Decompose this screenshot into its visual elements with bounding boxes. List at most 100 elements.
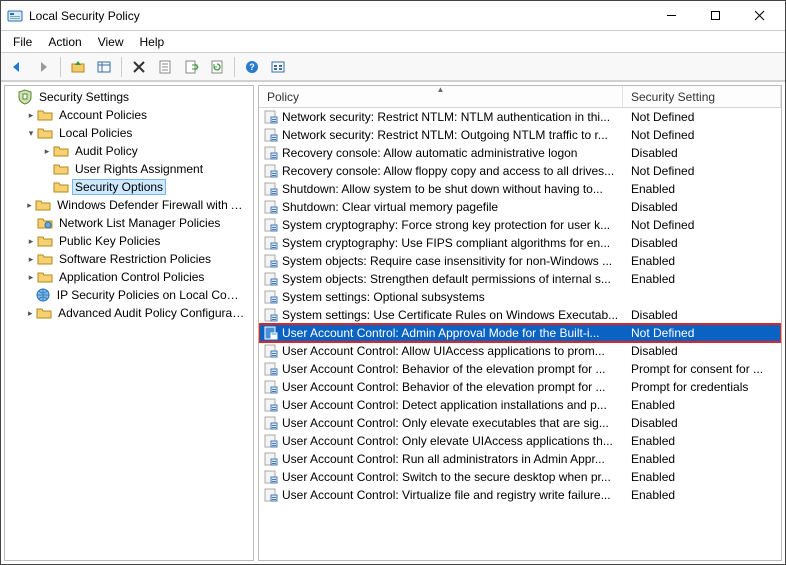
tree-item-label: Network List Manager Policies: [56, 215, 223, 231]
policy-row[interactable]: User Account Control: Behavior of the el…: [259, 378, 781, 396]
policy-icon: [263, 379, 279, 395]
policy-row[interactable]: User Account Control: Allow UIAccess app…: [259, 342, 781, 360]
policy-row[interactable]: Network security: Restrict NTLM: NTLM au…: [259, 108, 781, 126]
policy-row[interactable]: System objects: Strengthen default permi…: [259, 270, 781, 288]
tree-item[interactable]: IP Security Policies on Local Compute: [5, 286, 253, 304]
show-hide-tree-button[interactable]: [92, 55, 116, 79]
policy-cell: Recovery console: Allow floppy copy and …: [259, 163, 623, 179]
policy-row[interactable]: User Account Control: Virtualize file an…: [259, 486, 781, 504]
tree-item[interactable]: ▸Software Restriction Policies: [5, 250, 253, 268]
minimize-button[interactable]: [649, 2, 693, 30]
policy-cell: User Account Control: Admin Approval Mod…: [259, 325, 623, 341]
policy-row[interactable]: Shutdown: Clear virtual memory pagefileD…: [259, 198, 781, 216]
folder-icon: [37, 215, 53, 231]
folder-icon: [37, 233, 53, 249]
twisty-icon[interactable]: ▸: [24, 201, 35, 210]
tree-item[interactable]: ▸Advanced Audit Policy Configuration: [5, 304, 253, 322]
tree-root[interactable]: Security Settings: [5, 88, 253, 106]
extra-button[interactable]: [266, 55, 290, 79]
policy-row[interactable]: System cryptography: Force strong key pr…: [259, 216, 781, 234]
policy-row[interactable]: User Account Control: Only elevate UIAcc…: [259, 432, 781, 450]
policy-row[interactable]: User Account Control: Only elevate execu…: [259, 414, 781, 432]
tree-item[interactable]: ▸Public Key Policies: [5, 232, 253, 250]
policy-row[interactable]: User Account Control: Behavior of the el…: [259, 360, 781, 378]
app-icon: [7, 8, 23, 24]
tree-item-label: Account Policies: [56, 107, 150, 123]
setting-cell: Not Defined: [623, 164, 781, 178]
policy-name: User Account Control: Behavior of the el…: [282, 362, 606, 376]
column-header-policy[interactable]: Policy ▲: [259, 86, 623, 107]
policy-row[interactable]: System settings: Optional subsystems: [259, 288, 781, 306]
policy-icon: [263, 397, 279, 413]
setting-cell: Not Defined: [623, 326, 781, 340]
nav-tree[interactable]: Security Settings ▸ Account Policies▾Local…: [5, 86, 253, 324]
policy-icon: [263, 415, 279, 431]
delete-button[interactable]: [127, 55, 151, 79]
tree-item[interactable]: ▾Local Policies: [5, 124, 253, 142]
forward-button[interactable]: [31, 55, 55, 79]
tree-item[interactable]: ▸Application Control Policies: [5, 268, 253, 286]
policy-row[interactable]: System cryptography: Use FIPS compliant …: [259, 234, 781, 252]
twisty-icon[interactable]: ▸: [41, 147, 53, 156]
policy-row[interactable]: User Account Control: Admin Approval Mod…: [259, 324, 781, 342]
close-button[interactable]: [737, 2, 781, 30]
twisty-icon[interactable]: ▸: [25, 273, 37, 282]
tree-item[interactable]: Security Options: [5, 178, 253, 196]
policy-row[interactable]: Network security: Restrict NTLM: Outgoin…: [259, 126, 781, 144]
twisty-icon[interactable]: ▸: [25, 255, 37, 264]
menu-view[interactable]: View: [90, 33, 132, 51]
menu-action[interactable]: Action: [40, 33, 89, 51]
policy-row[interactable]: User Account Control: Run all administra…: [259, 450, 781, 468]
policy-row[interactable]: System objects: Require case insensitivi…: [259, 252, 781, 270]
policy-icon: [263, 289, 279, 305]
tree-item[interactable]: Network List Manager Policies: [5, 214, 253, 232]
policy-name: Network security: Restrict NTLM: NTLM au…: [282, 110, 610, 124]
help-button[interactable]: ?: [240, 55, 264, 79]
policy-cell: User Account Control: Virtualize file an…: [259, 487, 623, 503]
policy-cell: Shutdown: Clear virtual memory pagefile: [259, 199, 623, 215]
policy-name: User Account Control: Admin Approval Mod…: [282, 326, 599, 340]
properties-button[interactable]: [153, 55, 177, 79]
menu-file[interactable]: File: [5, 33, 40, 51]
twisty-icon[interactable]: ▾: [25, 129, 37, 138]
policy-icon: [263, 253, 279, 269]
twisty-icon[interactable]: ▸: [25, 237, 37, 246]
menu-help[interactable]: Help: [132, 33, 173, 51]
tree-item[interactable]: ▸Audit Policy: [5, 142, 253, 160]
up-button[interactable]: [66, 55, 90, 79]
policy-row[interactable]: User Account Control: Detect application…: [259, 396, 781, 414]
titlebar: Local Security Policy: [1, 1, 785, 31]
policy-row[interactable]: Recovery console: Allow floppy copy and …: [259, 162, 781, 180]
policy-name: User Account Control: Only elevate execu…: [282, 416, 609, 430]
export-button[interactable]: [179, 55, 203, 79]
policy-cell: User Account Control: Behavior of the el…: [259, 379, 623, 395]
tree-item[interactable]: ▸ Account Policies: [5, 106, 253, 124]
policy-row[interactable]: User Account Control: Switch to the secu…: [259, 468, 781, 486]
policy-icon: [263, 235, 279, 251]
column-header-setting[interactable]: Security Setting: [623, 86, 781, 107]
setting-cell: Disabled: [623, 308, 781, 322]
policy-list[interactable]: Network security: Restrict NTLM: NTLM au…: [259, 108, 781, 560]
twisty-icon[interactable]: ▸: [25, 111, 37, 120]
tree-root-label: Security Settings: [36, 89, 132, 105]
tree-item[interactable]: ▸Windows Defender Firewall with Adva: [5, 196, 253, 214]
policy-icon: [263, 433, 279, 449]
policy-name: System cryptography: Force strong key pr…: [282, 218, 610, 232]
folder-icon: [53, 143, 69, 159]
twisty-icon[interactable]: ▸: [24, 309, 36, 318]
setting-cell: Enabled: [623, 434, 781, 448]
folder-icon: [37, 107, 53, 123]
policy-icon: [263, 307, 279, 323]
refresh-button[interactable]: [205, 55, 229, 79]
tree-item[interactable]: User Rights Assignment: [5, 160, 253, 178]
folder-icon: [53, 179, 69, 195]
policy-row[interactable]: Recovery console: Allow automatic admini…: [259, 144, 781, 162]
setting-cell: Enabled: [623, 470, 781, 484]
policy-row[interactable]: System settings: Use Certificate Rules o…: [259, 306, 781, 324]
maximize-button[interactable]: [693, 2, 737, 30]
policy-cell: System cryptography: Use FIPS compliant …: [259, 235, 623, 251]
policy-row[interactable]: Shutdown: Allow system to be shut down w…: [259, 180, 781, 198]
back-button[interactable]: [5, 55, 29, 79]
setting-cell: Not Defined: [623, 110, 781, 124]
policy-icon: [263, 199, 279, 215]
